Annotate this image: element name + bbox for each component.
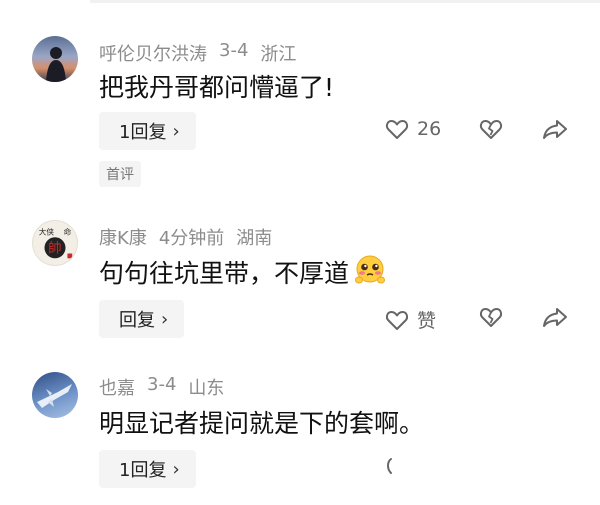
comment-date: 4分钟前: [158, 228, 225, 249]
pleading-face-emoji: [353, 253, 387, 291]
chevron-right-icon: ›: [172, 458, 180, 480]
comment-meta: 呼伦贝尔洪涛 3-4 浙江: [99, 40, 296, 66]
first-comment-tag: 首评: [99, 161, 141, 187]
author-name[interactable]: 康K康: [99, 224, 147, 250]
avatar[interactable]: [32, 36, 78, 82]
comment-date: 3-4: [219, 40, 249, 61]
reply-button[interactable]: 1回复 ›: [99, 112, 196, 150]
reply-button[interactable]: 1回复 ›: [99, 450, 196, 488]
dislike-button[interactable]: [479, 118, 503, 140]
share-arrow-icon: [543, 308, 567, 327]
like-label: 赞: [417, 310, 437, 332]
like-button-loading[interactable]: [382, 455, 396, 477]
broken-heart-icon: [479, 120, 503, 139]
calligraphy-icon: 大侠 命 帥: [39, 226, 73, 259]
share-button[interactable]: [542, 118, 568, 140]
reply-button[interactable]: 回复 ›: [99, 300, 185, 338]
reply-label: 1回复: [119, 122, 167, 143]
like-button[interactable]: 26: [385, 118, 441, 140]
comment-meta: 也嘉 3-4 山东: [99, 374, 224, 400]
comment-region: 山东: [188, 378, 225, 399]
fighter-jet-icon: [37, 384, 72, 408]
reply-label: 回复: [119, 310, 155, 331]
author-name[interactable]: 也嘉: [99, 374, 135, 400]
comment-text-content: 把我丹哥都问懵逼了!: [99, 73, 335, 102]
like-count: 26: [417, 118, 442, 140]
comment-region: 浙江: [260, 44, 297, 65]
svg-text:大侠: 大侠: [39, 226, 55, 236]
author-name[interactable]: 呼伦贝尔洪涛: [99, 40, 207, 66]
svg-text:帥: 帥: [48, 241, 61, 257]
comment-meta: 康K康 4分钟前 湖南: [99, 224, 272, 250]
heart-icon: [385, 120, 409, 139]
comment-region: 湖南: [236, 228, 273, 249]
dislike-button[interactable]: [479, 306, 503, 328]
share-arrow-icon: [543, 120, 567, 139]
comment-text: 句句往坑里带，不厚道: [99, 253, 387, 291]
tag-label: 首评: [106, 167, 134, 183]
broken-heart-icon: [479, 308, 503, 327]
pleading-face-icon: [355, 255, 386, 284]
comment-date: 3-4: [147, 374, 177, 395]
share-button[interactable]: [542, 306, 568, 328]
svg-text:命: 命: [64, 226, 72, 236]
like-button[interactable]: 赞: [385, 306, 436, 333]
top-divider: [90, 0, 600, 3]
heart-icon: [385, 310, 409, 330]
comment-text-content: 明显记者提问就是下的套啊。: [99, 409, 425, 438]
comment-text-content: 句句往坑里带，不厚道: [99, 259, 350, 288]
comment-text: 把我丹哥都问懵逼了!: [99, 68, 334, 104]
person-silhouette-icon: [46, 47, 66, 82]
reply-label: 1回复: [119, 460, 167, 481]
avatar[interactable]: [32, 372, 78, 418]
partial-heart-icon: [387, 458, 392, 474]
avatar[interactable]: 大侠 命 帥: [32, 220, 78, 266]
chevron-right-icon: ›: [161, 308, 169, 330]
chevron-right-icon: ›: [172, 120, 180, 142]
comment-text: 明显记者提问就是下的套啊。: [99, 404, 424, 440]
